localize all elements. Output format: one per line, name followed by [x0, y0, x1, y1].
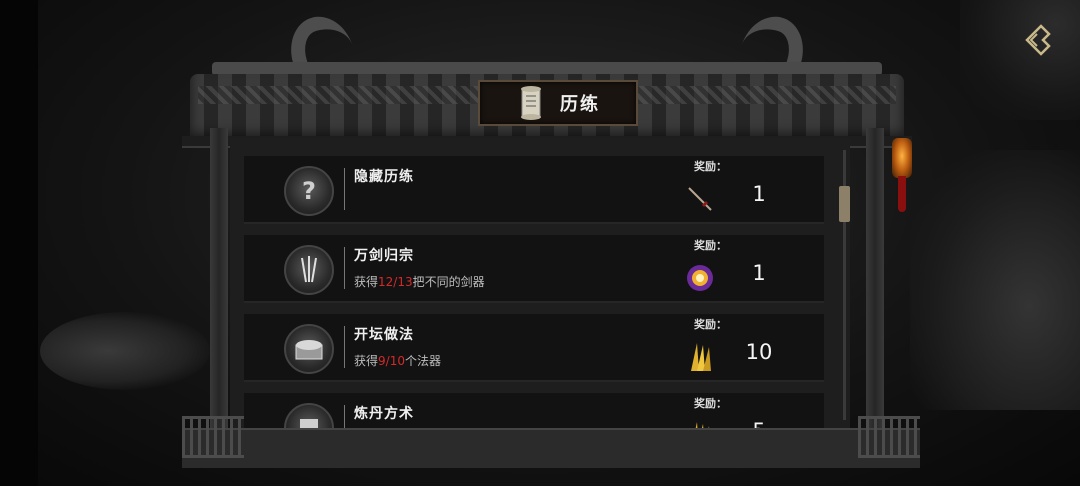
row-divider: [344, 326, 345, 368]
achievement-progress: 12/13: [378, 275, 413, 289]
scrollbar-thumb[interactable]: [839, 186, 850, 222]
reward-label: 奖励：: [694, 239, 727, 252]
reward-count: 1: [752, 182, 766, 206]
achievement-row-swords[interactable]: 万剑归宗 获得12/13把不同的剑器 奖励： 1: [244, 235, 824, 303]
desc-suffix: 个法器: [404, 354, 441, 368]
achievement-row-hidden[interactable]: ? 隐藏历练 奖励： 1: [244, 156, 824, 224]
pillar-right: [866, 128, 884, 450]
achievement-title: 炼丹方术: [354, 406, 414, 422]
pavilion-base: [182, 428, 920, 468]
achievement-description: 获得12/13把不同的剑器: [354, 273, 485, 290]
rock-scenery-left: [40, 312, 210, 390]
achievement-description: 获得9/10个法器: [354, 352, 441, 369]
question-mark-icon: ?: [284, 166, 334, 216]
pillar-left: [210, 128, 228, 450]
achievement-title: 隐藏历练: [354, 169, 414, 185]
achievement-row-altar[interactable]: 开坛做法 获得9/10个法器 奖励： 10: [244, 314, 824, 382]
railing-right: [858, 416, 920, 458]
desc-prefix: 获得: [354, 275, 379, 289]
sword-icon: [682, 182, 718, 216]
scroll-icon: [521, 86, 541, 120]
page-title: 历练: [560, 94, 600, 115]
lantern-icon: [892, 138, 912, 178]
reward-label: 奖励：: [694, 160, 727, 173]
railing-left: [182, 416, 244, 458]
left-edge-shadow: [0, 0, 38, 486]
red-tassel: [898, 176, 906, 212]
reward-count: 10: [745, 340, 773, 364]
rock-scenery-top-right: [960, 0, 1080, 120]
row-divider: [344, 168, 345, 210]
title-plaque: 历练: [478, 80, 638, 126]
row-divider: [344, 247, 345, 289]
golden-feathers-icon: [682, 340, 718, 374]
swords-icon: [284, 245, 334, 295]
achievement-title: 万剑归宗: [354, 248, 414, 264]
achievement-progress: 9/10: [378, 354, 405, 368]
desc-prefix: 获得: [354, 354, 379, 368]
back-button[interactable]: [1016, 20, 1058, 60]
glowing-orb-icon: [682, 261, 718, 295]
reward-count: 1: [752, 261, 766, 285]
reward-label: 奖励：: [694, 397, 727, 410]
altar-chest-icon: [284, 324, 334, 374]
achievement-list[interactable]: ? 隐藏历练 奖励： 1 万剑归宗 获得12/13把不同的剑器 奖励： 1 开坛…: [230, 138, 850, 440]
rock-scenery-right: [910, 150, 1080, 410]
desc-suffix: 把不同的剑器: [412, 275, 485, 289]
achievement-title: 开坛做法: [354, 327, 414, 343]
reward-label: 奖励：: [694, 318, 727, 331]
back-arrow-icon: [1025, 24, 1051, 56]
